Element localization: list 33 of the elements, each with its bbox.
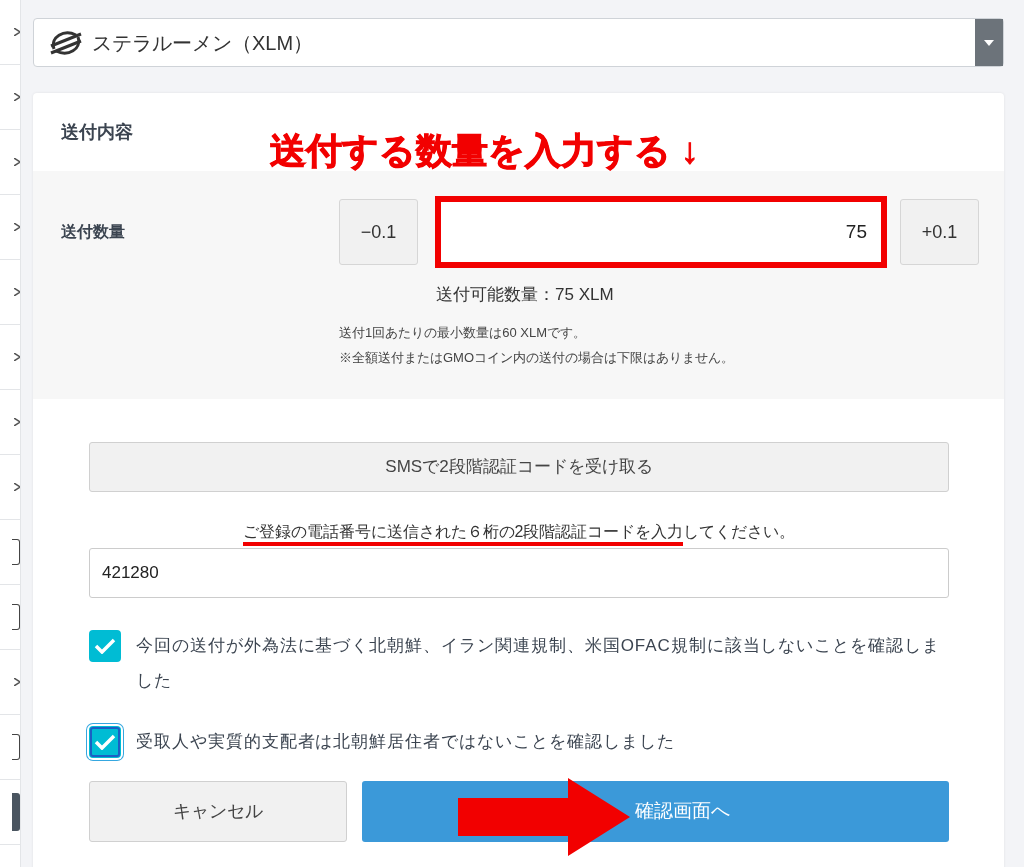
checkbox-label: 今回の送付が外為法に基づく北朝鮮、イラン関連規制、米国OFAC規制に該当しないことを確認しました — [136, 635, 941, 692]
stellar-logo-icon — [48, 28, 84, 57]
chevron-icon[interactable] — [14, 288, 20, 296]
chevron-icon[interactable] — [14, 678, 20, 686]
available-amount: 送付可能数量：75 XLM — [436, 284, 615, 306]
sms-code-button[interactable]: SMSで2段階認証コードを受け取る — [89, 442, 949, 492]
caret-icon — [984, 39, 994, 46]
checkbox-edge[interactable] — [12, 734, 20, 760]
minus-button[interactable]: −0.1 — [339, 199, 418, 265]
amount-field[interactable]: 75 — [435, 196, 887, 268]
note-text: ※全額送付またはGMOコイン内の送付の場合は下限はありません。 — [339, 348, 736, 367]
chevron-icon[interactable] — [14, 158, 20, 166]
checkbox[interactable] — [89, 630, 121, 662]
check-icon — [94, 734, 116, 750]
checkbox-label: 受取人や実質的支配者は北朝鮮居住者ではないことを確認しました — [136, 731, 675, 753]
plus-button[interactable]: +0.1 — [900, 199, 979, 265]
section-title: 送付内容 — [61, 120, 133, 144]
check-icon — [94, 638, 116, 654]
checkbox[interactable] — [89, 726, 121, 758]
checkbox-edge[interactable] — [12, 604, 20, 630]
chevron-icon[interactable] — [14, 28, 20, 36]
annotation-note: 送付する数量を入力する ↓ — [270, 133, 699, 169]
currency-select[interactable]: ステラルーメン（XLM） — [33, 18, 1004, 67]
chevron-icon[interactable] — [14, 223, 20, 231]
cancel-button[interactable]: キャンセル — [89, 781, 347, 842]
chevron-icon[interactable] — [14, 93, 20, 101]
note-text: 送付1回あたりの最小数量は60 XLMです。 — [339, 323, 588, 342]
chevron-icon[interactable] — [14, 418, 20, 426]
chevron-icon[interactable] — [14, 353, 20, 361]
chevron-icon[interactable] — [14, 483, 20, 491]
amount-label: 送付数量 — [60, 222, 126, 242]
checkbox-edge[interactable] — [12, 539, 20, 565]
code-field[interactable]: 421280 — [89, 548, 949, 598]
